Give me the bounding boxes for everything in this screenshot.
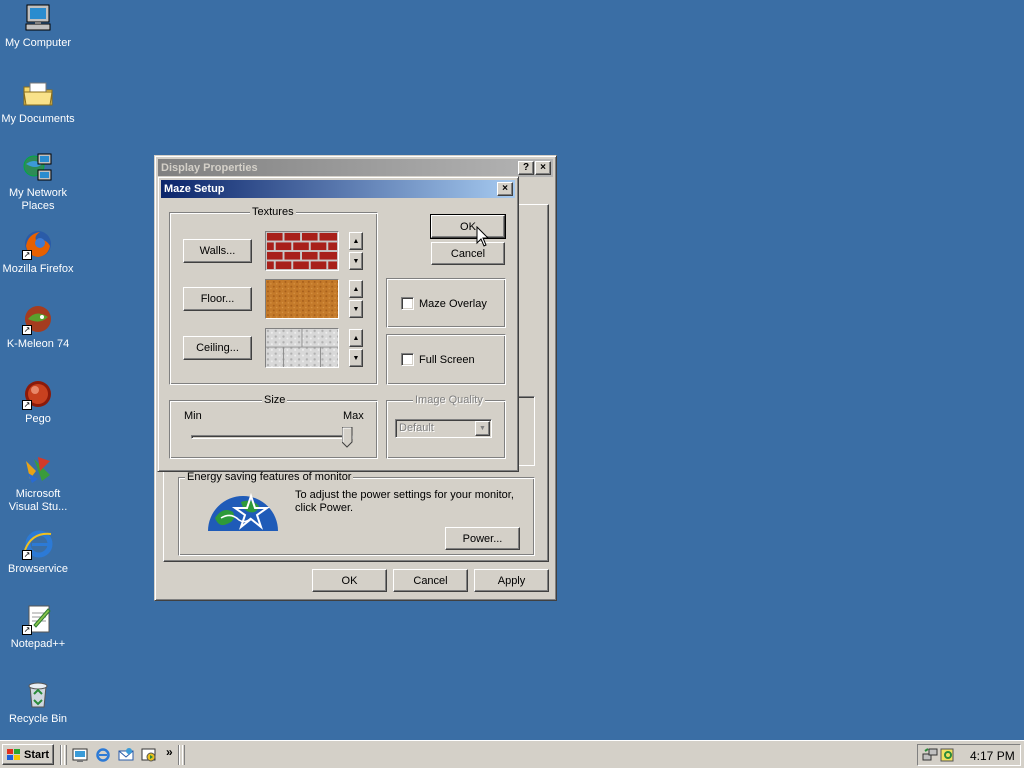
ceiling-texture-preview: [265, 328, 339, 368]
visual-studio-icon: [22, 453, 54, 485]
size-legend: Size: [262, 394, 288, 406]
power-button[interactable]: Power...: [445, 527, 520, 550]
energy-star-logo: [207, 488, 279, 532]
desktop-icon-notepad-plus-plus[interactable]: ↗ Notepad++: [0, 603, 76, 651]
quicklaunch-grip[interactable]: [64, 745, 67, 765]
window-title: Display Properties: [161, 162, 258, 174]
desktop-icon-k-meleon[interactable]: ↗ K-Meleon 74: [0, 303, 76, 351]
desktop-icon-label: Microsoft Visual Stu...: [8, 488, 68, 513]
desktop-icon-mozilla-firefox[interactable]: ↗ Mozilla Firefox: [0, 228, 76, 276]
walls-up-arrow[interactable]: ▲: [349, 232, 363, 250]
network-icon: [22, 152, 54, 184]
desktop-icon-label: Pego: [25, 413, 51, 425]
windows-media-icon[interactable]: [141, 747, 157, 763]
size-min-label: Min: [184, 410, 202, 422]
desktop-icon-visual-studio[interactable]: Microsoft Visual Stu...: [0, 453, 76, 514]
clock[interactable]: 4:17 PM: [970, 749, 1015, 763]
notepad-icon: ↗: [22, 603, 54, 635]
desktop-icon-label: My Documents: [1, 113, 75, 125]
energy-saving-legend: Energy saving features of monitor: [185, 471, 354, 483]
floor-texture-preview: [265, 279, 339, 319]
search-tray-icon[interactable]: [940, 747, 956, 763]
desktop-icon-label: K-Meleon 74: [6, 338, 70, 350]
system-tray: 4:17 PM: [917, 744, 1021, 766]
maze-ok-button[interactable]: OK: [430, 214, 506, 239]
textures-legend: Textures: [250, 206, 296, 218]
desktop-icon-my-computer[interactable]: My Computer: [0, 2, 76, 50]
desktop-icon-label: My Computer: [4, 37, 72, 49]
desktop-icon-my-documents[interactable]: My Documents: [0, 78, 76, 126]
desktop-icon-label: Browservice: [8, 563, 68, 575]
floor-button[interactable]: Floor...: [183, 287, 252, 311]
tasks-grip[interactable]: [182, 745, 185, 765]
walls-down-arrow[interactable]: ▼: [349, 252, 363, 270]
mouse-cursor: [476, 225, 490, 248]
folder-icon: [22, 78, 54, 110]
full-screen-label[interactable]: Full Screen: [419, 354, 475, 366]
pego-icon: ↗: [22, 378, 54, 410]
maze-setup-titlebar[interactable]: Maze Setup ×: [161, 180, 515, 198]
full-screen-checkbox[interactable]: [401, 353, 414, 366]
desktop-icon-my-network-places[interactable]: My Network Places: [0, 152, 76, 213]
kmeleon-icon: ↗: [22, 303, 54, 335]
close-button[interactable]: ×: [497, 182, 513, 196]
desktop-icon-label: Recycle Bin: [8, 713, 68, 725]
size-slider-thumb[interactable]: [341, 426, 353, 448]
show-desktop-icon[interactable]: [72, 747, 88, 763]
recycle-bin-icon: [22, 678, 54, 710]
computer-icon: [22, 2, 54, 34]
chevron-down-icon[interactable]: ▼: [475, 421, 490, 436]
desktop-icon-label: My Network Places: [8, 187, 68, 212]
display-ok-button[interactable]: OK: [312, 569, 387, 592]
desktop-icon-label: Notepad++: [10, 638, 66, 650]
firefox-icon: ↗: [22, 228, 54, 260]
floor-down-arrow[interactable]: ▼: [349, 300, 363, 318]
maze-setup-dialog: Maze Setup × Textures Walls... ▲ ▼ Floor…: [157, 176, 519, 472]
taskbar: Start » 4:17 PM: [0, 740, 1024, 768]
display-cancel-button[interactable]: Cancel: [393, 569, 468, 592]
ceiling-button[interactable]: Ceiling...: [183, 336, 252, 360]
walls-texture-preview: [265, 231, 339, 271]
start-button[interactable]: Start: [2, 744, 54, 765]
ceiling-down-arrow[interactable]: ▼: [349, 349, 363, 367]
image-quality-value: Default: [399, 422, 434, 434]
display-properties-titlebar[interactable]: Display Properties ? ×: [158, 159, 553, 177]
walls-button[interactable]: Walls...: [183, 239, 252, 263]
outlook-express-icon[interactable]: [118, 747, 134, 763]
size-slider-track[interactable]: [191, 435, 353, 439]
quicklaunch-chevron[interactable]: »: [166, 745, 173, 759]
internet-explorer-icon[interactable]: [95, 747, 111, 763]
floor-up-arrow[interactable]: ▲: [349, 280, 363, 298]
desktop-icon-label: Mozilla Firefox: [2, 263, 74, 275]
image-quality-select[interactable]: Default ▼: [395, 419, 492, 438]
dialog-title: Maze Setup: [164, 183, 225, 195]
network-tray-icon[interactable]: [922, 747, 938, 763]
maze-overlay-label[interactable]: Maze Overlay: [419, 298, 487, 310]
energy-saving-text: To adjust the power settings for your mo…: [295, 489, 514, 514]
ceiling-up-arrow[interactable]: ▲: [349, 329, 363, 347]
maze-overlay-checkbox[interactable]: [401, 297, 414, 310]
start-label: Start: [24, 748, 50, 761]
close-button[interactable]: ×: [535, 161, 551, 175]
image-quality-legend: Image Quality: [413, 394, 485, 406]
desktop-icon-browservice[interactable]: ↗ Browservice: [0, 528, 76, 576]
taskbar-separator: [178, 745, 180, 765]
windows-logo-icon: [6, 748, 22, 762]
display-apply-button[interactable]: Apply: [474, 569, 549, 592]
desktop-icon-recycle-bin[interactable]: Recycle Bin: [0, 678, 76, 726]
maze-cancel-button[interactable]: Cancel: [431, 242, 505, 265]
desktop-icon-pego[interactable]: ↗ Pego: [0, 378, 76, 426]
internet-explorer-icon: ↗: [22, 528, 54, 560]
taskbar-separator: [60, 745, 62, 765]
size-max-label: Max: [343, 410, 364, 422]
help-button[interactable]: ?: [518, 161, 534, 175]
